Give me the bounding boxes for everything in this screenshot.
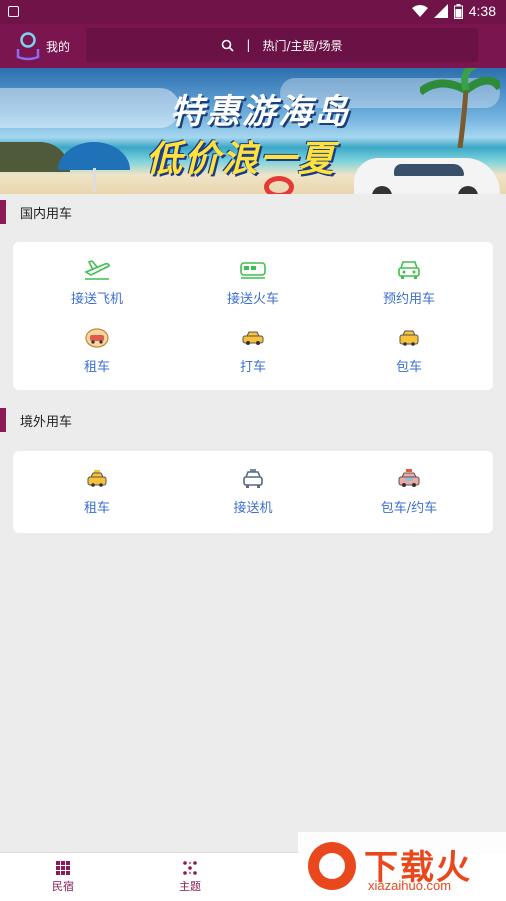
item-label: 接送机 [233, 501, 273, 516]
battery-icon [453, 3, 463, 19]
car-image [354, 158, 500, 194]
watermark-logo-icon [308, 842, 356, 890]
section-title-text: 国内用车 [20, 206, 73, 222]
item-label: 租车 [83, 501, 110, 516]
domestic-airport-transfer[interactable]: 接送飞机 [17, 256, 177, 320]
overseas-charter[interactable]: 包车/约车 [329, 465, 489, 529]
shuttle-car-icon [243, 469, 263, 488]
item-label: 接送火车 [226, 292, 279, 307]
overseas-airport-shuttle[interactable]: 接送机 [173, 465, 333, 529]
section-title-overseas: 境外用车 [0, 408, 72, 432]
user-icon [16, 32, 40, 61]
item-label: 预约用车 [382, 292, 435, 307]
search-bar[interactable]: | 热门/主题/场景 [86, 28, 478, 62]
banner-subline: 低价浪一夏 [146, 139, 337, 180]
section-accent-bar [0, 408, 6, 432]
nav-label: 主题 [179, 880, 201, 893]
dots-icon [183, 861, 197, 875]
domestic-charter[interactable]: 包车 [329, 324, 489, 388]
item-label: 包车 [395, 360, 422, 375]
signal-icon [433, 4, 448, 18]
domestic-card: 接送飞机 接送火车 预约用车 租车 打车 包车 [13, 242, 493, 390]
me-label: 我的 [46, 39, 71, 54]
me-button[interactable]: 我的 [16, 29, 70, 63]
overseas-rental[interactable]: 租车 [17, 465, 177, 529]
charter-car-icon [398, 469, 420, 487]
domestic-taxi[interactable]: 打车 [173, 324, 333, 388]
app-notification-icon [8, 6, 19, 17]
section-title-text: 境外用车 [20, 414, 73, 430]
grid-icon [56, 861, 70, 875]
item-label: 租车 [83, 360, 110, 375]
item-label: 打车 [239, 360, 266, 375]
section-title-domestic: 国内用车 [0, 200, 72, 224]
overseas-card: 租车 接送机 包车/约车 [13, 451, 493, 533]
rental-car-icon [85, 328, 109, 348]
item-label: 接送飞机 [70, 292, 123, 307]
status-bar: 4:38 [0, 0, 506, 24]
search-placeholder: 热门/主题/场景 [262, 38, 343, 53]
umbrella-pole-image [93, 168, 96, 192]
nav-item-theme[interactable]: 主题 [160, 861, 220, 894]
beach-umbrella-image [58, 142, 130, 170]
taxi-icon [87, 470, 107, 487]
palm-tree-image [420, 68, 500, 148]
car-icon [398, 261, 420, 279]
train-icon [240, 262, 266, 279]
charter-car-icon [399, 330, 419, 346]
section-accent-bar [0, 200, 6, 224]
nav-label: 民宿 [52, 880, 74, 893]
taxi-icon [242, 331, 264, 345]
search-icon [222, 39, 234, 52]
watermark: 下载火 xiazaihuo.com [298, 832, 506, 900]
search-separator: | [246, 38, 251, 52]
item-label: 包车/约车 [380, 501, 438, 516]
domestic-rental[interactable]: 租车 [17, 324, 177, 388]
clock: 4:38 [468, 3, 496, 19]
banner-headline: 特惠游海岛 [170, 92, 350, 132]
cloud-decoration [0, 88, 180, 128]
airplane-icon [84, 260, 110, 280]
watermark-url: xiazaihuo.com [368, 878, 452, 893]
domestic-reserve-car[interactable]: 预约用车 [329, 256, 489, 320]
nav-item-homestay[interactable]: 民宿 [33, 861, 93, 894]
promo-banner[interactable]: 特惠游海岛 低价浪一夏 [0, 68, 506, 194]
domestic-train-transfer[interactable]: 接送火车 [173, 256, 333, 320]
status-icons: 4:38 [411, 3, 496, 19]
wifi-icon [411, 5, 428, 17]
top-bar: 我的 | 热门/主题/场景 [0, 24, 506, 68]
